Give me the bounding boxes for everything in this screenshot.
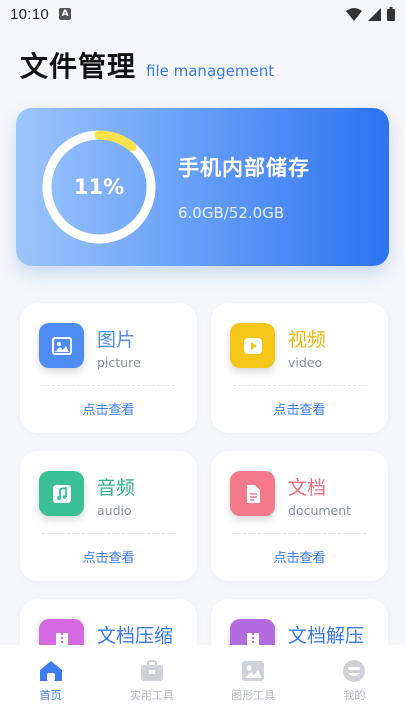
tab-label: 图形工具 <box>231 689 276 702</box>
category-name: 视频 <box>288 329 327 351</box>
category-card-audio[interactable]: 音频 audio 点击查看 <box>20 451 197 581</box>
category-card-picture[interactable]: 图片 picture 点击查看 <box>20 303 197 433</box>
tab-label: 实用工具 <box>129 689 174 702</box>
view-button[interactable]: 点击查看 <box>211 547 388 566</box>
music-icon <box>39 471 84 516</box>
page-subtitle: file management <box>146 62 275 80</box>
category-name: 文档压缩 <box>97 625 174 647</box>
category-card-document[interactable]: 文档 document 点击查看 <box>211 451 388 581</box>
wifi-icon <box>346 7 362 21</box>
profile-icon <box>343 660 366 682</box>
tab-label: 我的 <box>343 689 366 702</box>
view-button[interactable]: 点击查看 <box>20 399 197 418</box>
card-divider <box>42 533 175 534</box>
notification-a-icon: A <box>59 8 72 20</box>
tab-home[interactable]: 首页 <box>0 645 101 720</box>
tab-image-tools[interactable]: 图形工具 <box>203 645 304 720</box>
play-icon <box>230 323 275 368</box>
page-header: 文件管理 file management <box>20 45 274 85</box>
category-name: 图片 <box>97 329 136 351</box>
image-tool-icon <box>242 661 265 681</box>
toolbox-icon <box>140 660 163 681</box>
bottom-tab-bar: 首页 实用工具 图形工具 我的 <box>0 645 405 720</box>
storage-percent: 11% <box>73 175 125 199</box>
category-english: audio <box>97 503 132 518</box>
card-divider <box>233 385 366 386</box>
page-title: 文件管理 <box>20 50 137 83</box>
view-button[interactable]: 点击查看 <box>20 547 197 566</box>
battery-icon <box>387 7 395 21</box>
document-icon <box>230 471 275 516</box>
storage-card[interactable]: 11% 手机内部储存 6.0GB/52.0GB <box>16 108 389 266</box>
category-english: document <box>288 503 352 518</box>
status-time: 10:10 <box>10 5 50 23</box>
category-english: picture <box>97 355 141 370</box>
signal-icon <box>368 7 381 21</box>
category-name: 文档 <box>288 477 327 499</box>
category-card-video[interactable]: 视频 video 点击查看 <box>211 303 388 433</box>
card-divider <box>42 385 175 386</box>
view-button[interactable]: 点击查看 <box>211 399 388 418</box>
status-bar: 10:10 A <box>0 0 405 28</box>
tab-tools[interactable]: 实用工具 <box>101 645 202 720</box>
storage-usage: 6.0GB/52.0GB <box>178 204 285 222</box>
storage-title: 手机内部储存 <box>178 156 310 180</box>
category-name: 文档解压 <box>288 625 365 647</box>
status-icons <box>346 7 395 21</box>
tab-mine[interactable]: 我的 <box>304 645 405 720</box>
tab-label: 首页 <box>39 689 62 702</box>
category-english: video <box>288 355 323 370</box>
category-name: 音频 <box>97 477 136 499</box>
home-icon <box>39 661 62 681</box>
card-divider <box>233 533 366 534</box>
image-icon <box>39 323 84 368</box>
